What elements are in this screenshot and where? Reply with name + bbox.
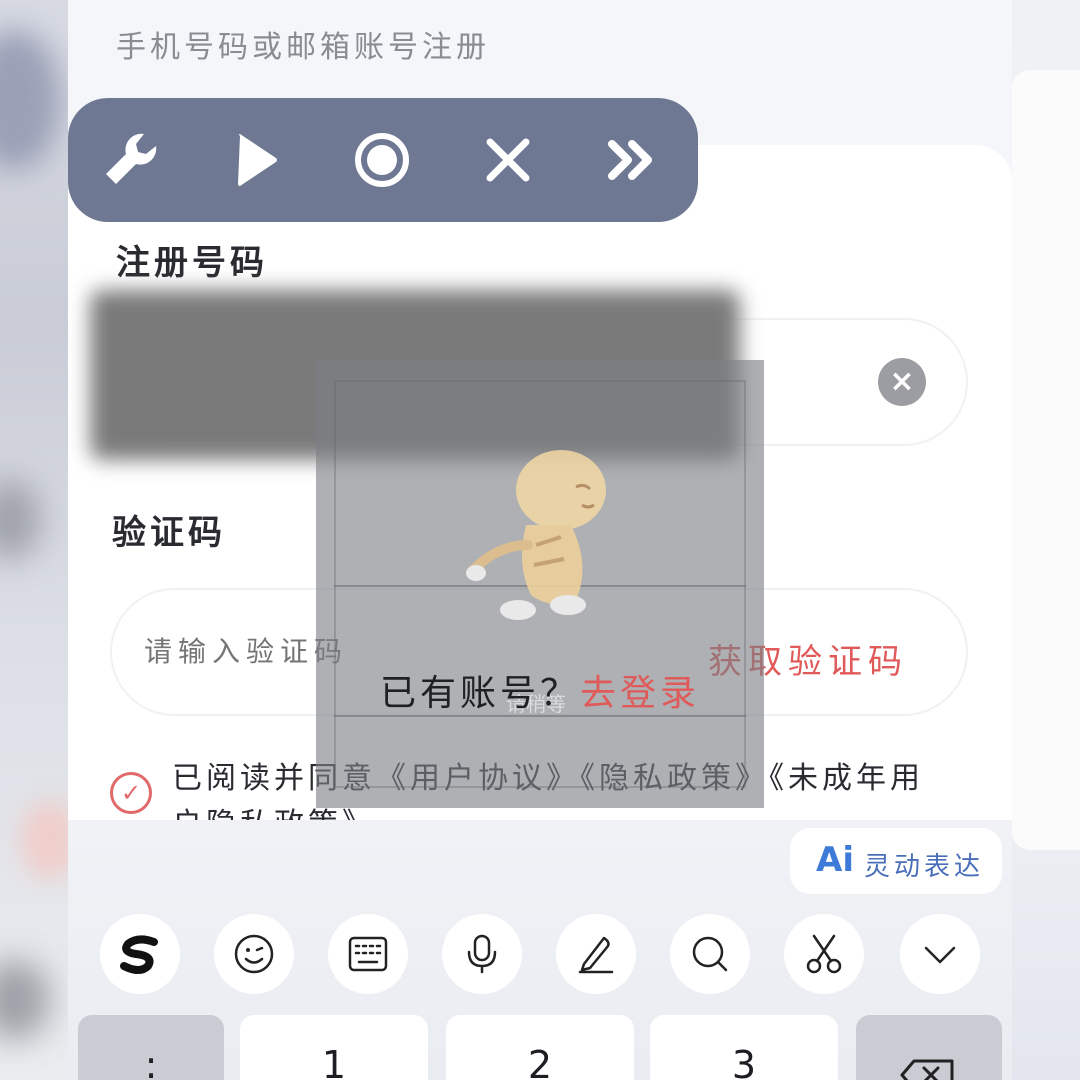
handwriting-button[interactable] [556, 914, 636, 994]
phone-label: 注册号码 [116, 243, 268, 283]
play-icon[interactable] [224, 128, 288, 192]
key-2[interactable]: 2 [446, 1015, 634, 1080]
floating-toolbar [68, 98, 698, 222]
swype-logo-icon [120, 935, 158, 974]
wrench-icon[interactable] [100, 128, 164, 192]
ai-logo: Ai [816, 840, 854, 880]
voice-input-button[interactable] [442, 914, 522, 994]
swype-logo-button[interactable] [100, 914, 180, 994]
scissors-icon [806, 934, 842, 974]
search-button[interactable] [670, 914, 750, 994]
login-prompt-text: 已有账号？ [380, 673, 581, 714]
handwriting-icon [578, 936, 614, 974]
search-icon [692, 936, 728, 972]
backspace-key[interactable] [856, 1015, 1002, 1080]
close-icon[interactable] [476, 128, 540, 192]
login-link[interactable]: 去登录 [580, 673, 700, 714]
fast-forward-icon[interactable] [602, 128, 666, 192]
phone-screen: 手机号码或邮箱账号注册 注册号码 × 验证码 获取验证码 ✓ 已阅读并同意《用户… [68, 0, 1012, 1080]
blurred-shape [0, 30, 60, 170]
emoji-button[interactable] [214, 914, 294, 994]
page-hint-title: 手机号码或邮箱账号注册 [116, 30, 490, 65]
cut-button[interactable] [784, 914, 864, 994]
backspace-icon [900, 1059, 954, 1080]
key-1[interactable]: 1 [240, 1015, 428, 1080]
loading-overlay: 请稍等 [316, 360, 764, 808]
keyboard-switch-button[interactable] [328, 914, 408, 994]
mascot-icon [466, 450, 606, 620]
emoji-icon [234, 934, 274, 974]
background-right [1012, 0, 1080, 1080]
key-colon[interactable]: : [78, 1015, 224, 1080]
blurred-shape [20, 800, 68, 880]
blurred-shape [0, 480, 40, 560]
key-3[interactable]: 3 [650, 1015, 838, 1080]
blurred-shape [1012, 70, 1080, 850]
microphone-icon [467, 934, 497, 974]
code-label: 验证码 [112, 513, 226, 553]
chevron-down-icon [924, 946, 956, 964]
record-icon[interactable] [350, 128, 414, 192]
collapse-keyboard-button[interactable] [900, 914, 980, 994]
background-left [0, 0, 68, 1080]
login-prompt: 已有账号？去登录 [380, 664, 700, 716]
ai-chip-label: 灵动表达 [864, 852, 985, 882]
ai-expression-chip[interactable]: Ai 灵动表达 [790, 828, 1002, 894]
keyboard-icon [348, 936, 388, 972]
blurred-shape [0, 960, 50, 1040]
agree-checkbox[interactable]: ✓ [110, 772, 152, 814]
clear-input-button[interactable]: × [878, 358, 926, 406]
